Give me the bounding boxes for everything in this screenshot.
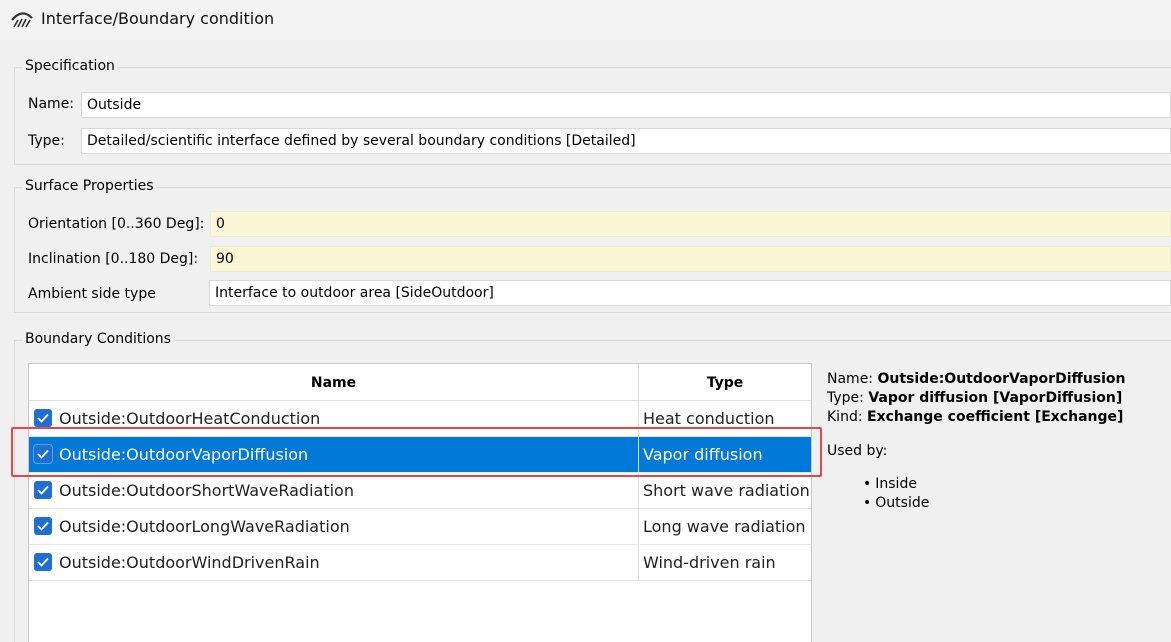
specification-group-label: Specification (23, 58, 117, 74)
inclination-label: Inclination [0..180 Deg]: (28, 251, 199, 267)
column-header-name[interactable]: Name (29, 364, 639, 401)
details-used-by-label: Used by: (827, 443, 888, 459)
details-type: Type: Vapor diffusion [VaporDiffusion] (827, 390, 1122, 406)
name-label: Name: (28, 96, 75, 112)
name-field[interactable]: Outside (81, 92, 1171, 118)
checkmark-icon (37, 485, 49, 495)
table-row[interactable]: Outside:OutdoorHeatConduction Heat condu… (29, 401, 811, 437)
surface-properties-group-label: Surface Properties (23, 178, 156, 194)
row-name: Outside:OutdoorLongWaveRadiation (59, 517, 350, 536)
orientation-label: Orientation [0..360 Deg]: (28, 216, 205, 232)
used-by-item: Outside (863, 495, 929, 511)
title-bar: Interface/Boundary condition (0, 0, 1171, 40)
row-name: Outside:OutdoorShortWaveRadiation (59, 481, 354, 500)
row-checkbox[interactable] (34, 553, 52, 571)
row-name: Outside:OutdoorHeatConduction (59, 409, 321, 428)
boundary-conditions-table: Name Type Outside:OutdoorHeatConduction … (28, 363, 812, 642)
details-type-label: Type: (827, 390, 864, 406)
table-row[interactable]: Outside:OutdoorShortWaveRadiation Short … (29, 473, 811, 509)
table-row[interactable]: Outside:OutdoorLongWaveRadiation Long wa… (29, 509, 811, 545)
inclination-input[interactable]: 90 (210, 246, 1171, 272)
row-type: Vapor diffusion (643, 445, 763, 464)
row-type: Heat conduction (643, 409, 775, 428)
details-name: Name: Outside:OutdoorVaporDiffusion (827, 371, 1126, 387)
type-select[interactable]: Detailed/scientific interface defined by… (81, 128, 1171, 154)
ambient-side-label: Ambient side type (28, 286, 156, 302)
row-name: Outside:OutdoorVaporDiffusion (59, 445, 309, 464)
row-checkbox[interactable] (34, 481, 52, 499)
row-type: Long wave radiation (643, 517, 806, 536)
row-type: Wind-driven rain (643, 553, 776, 572)
details-name-value: Outside:OutdoorVaporDiffusion (877, 371, 1126, 387)
checkmark-icon (37, 449, 49, 459)
ambient-side-select[interactable]: Interface to outdoor area [SideOutdoor] (209, 280, 1171, 306)
details-kind: Kind: Exchange coefficient [Exchange] (827, 409, 1123, 425)
table-row-selected[interactable]: Outside:OutdoorVaporDiffusion Vapor diff… (29, 437, 811, 473)
details-name-label: Name: (827, 371, 874, 387)
table-header: Name Type (29, 364, 811, 401)
window-title: Interface/Boundary condition (41, 9, 275, 28)
details-kind-value: Exchange coefficient [Exchange] (867, 409, 1124, 425)
table-row[interactable]: Outside:OutdoorWindDrivenRain Wind-drive… (29, 545, 811, 581)
details-kind-label: Kind: (827, 409, 863, 425)
type-label: Type: (28, 133, 65, 149)
column-header-type[interactable]: Type (639, 364, 811, 401)
row-checkbox[interactable] (34, 517, 52, 535)
row-name: Outside:OutdoorWindDrivenRain (59, 553, 320, 572)
row-type: Short wave radiation (643, 481, 810, 500)
used-by-item: Inside (863, 476, 917, 492)
orientation-input[interactable]: 0 (210, 211, 1171, 237)
app-logo-icon (10, 8, 34, 30)
checkmark-icon (37, 413, 49, 423)
checkmark-icon (37, 557, 49, 567)
checkmark-icon (37, 521, 49, 531)
row-checkbox[interactable] (34, 445, 52, 463)
row-checkbox[interactable] (34, 409, 52, 427)
details-type-value: Vapor diffusion [VaporDiffusion] (868, 390, 1123, 406)
boundary-conditions-group-label: Boundary Conditions (23, 331, 173, 347)
